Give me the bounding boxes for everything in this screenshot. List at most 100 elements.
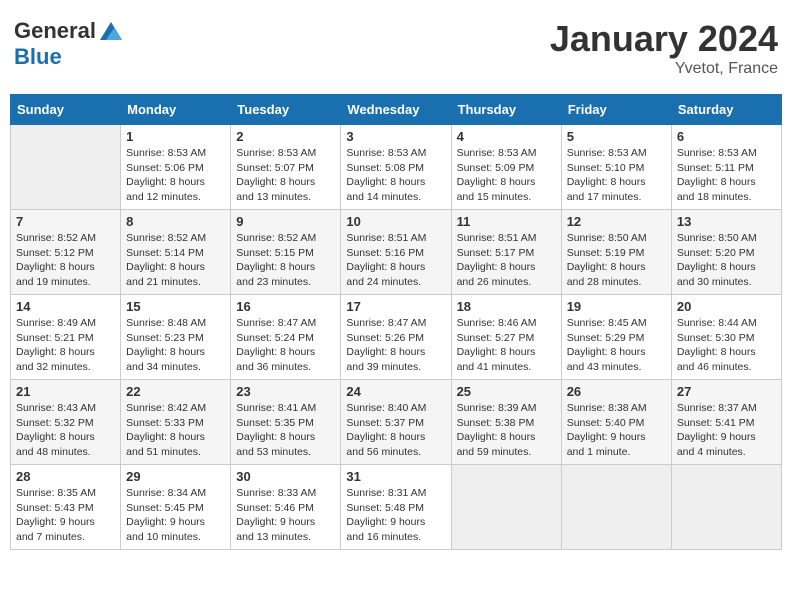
day-number: 15 <box>126 299 225 314</box>
day-info: Sunrise: 8:38 AMSunset: 5:40 PMDaylight:… <box>567 401 666 460</box>
day-info: Sunrise: 8:48 AMSunset: 5:23 PMDaylight:… <box>126 316 225 375</box>
calendar-cell: 5 Sunrise: 8:53 AMSunset: 5:10 PMDaylight… <box>561 125 671 210</box>
calendar-table: SundayMondayTuesdayWednesdayThursdayFrid… <box>10 94 782 550</box>
day-info: Sunrise: 8:52 AMSunset: 5:15 PMDaylight:… <box>236 231 335 290</box>
page-header: General Blue January 2024 Yvetot, France <box>10 10 782 86</box>
week-row-4: 28Sunrise: 8:35 AMSunset: 5:43 PMDayligh… <box>11 465 782 550</box>
day-number: 19 <box>567 299 666 314</box>
calendar-cell <box>11 125 121 210</box>
day-info: Sunrise: 8:50 AMSunset: 5:20 PMDaylight:… <box>677 231 776 290</box>
day-info: Sunrise: 8:50 AMSunset: 5:19 PMDaylight:… <box>567 231 666 290</box>
weekday-header-friday: Friday <box>561 95 671 125</box>
logo-blue-text: Blue <box>14 44 124 70</box>
day-info: Sunrise: 8:53 AMSunset: 5:09 PMDaylight:… <box>457 146 556 205</box>
day-number: 22 <box>126 384 225 399</box>
week-row-0: 1 Sunrise: 8:53 AMSunset: 5:06 PMDaylight… <box>11 125 782 210</box>
day-number: 5 <box>567 129 666 144</box>
calendar-cell <box>671 465 781 550</box>
day-number: 18 <box>457 299 556 314</box>
calendar-cell: 11 Sunrise: 8:51 AMSunset: 5:17 PMDayligh… <box>451 210 561 295</box>
calendar-cell: 7 Sunrise: 8:52 AMSunset: 5:12 PMDaylight… <box>11 210 121 295</box>
day-number: 7 <box>16 214 115 229</box>
calendar-cell: 26 Sunrise: 8:38 AMSunset: 5:40 PMDayligh… <box>561 380 671 465</box>
calendar-cell: 1 Sunrise: 8:53 AMSunset: 5:06 PMDaylight… <box>121 125 231 210</box>
day-info: Sunrise: 8:45 AMSunset: 5:29 PMDaylight:… <box>567 316 666 375</box>
location: Yvetot, France <box>550 60 778 78</box>
weekday-header-sunday: Sunday <box>11 95 121 125</box>
day-number: 17 <box>346 299 445 314</box>
day-number: 13 <box>677 214 776 229</box>
day-number: 30 <box>236 469 335 484</box>
calendar-cell <box>561 465 671 550</box>
title-block: January 2024 Yvetot, France <box>550 18 778 78</box>
day-info: Sunrise: 8:52 AMSunset: 5:12 PMDaylight:… <box>16 231 115 290</box>
calendar-cell: 20 Sunrise: 8:44 AMSunset: 5:30 PMDayligh… <box>671 295 781 380</box>
weekday-header-saturday: Saturday <box>671 95 781 125</box>
day-info: Sunrise: 8:41 AMSunset: 5:35 PMDaylight:… <box>236 401 335 460</box>
calendar-cell: 30 Sunrise: 8:33 AMSunset: 5:46 PMDayligh… <box>231 465 341 550</box>
calendar-cell: 2Sunrise: 8:53 AMSunset: 5:07 PMDaylight… <box>231 125 341 210</box>
day-number: 16 <box>236 299 335 314</box>
calendar-cell <box>451 465 561 550</box>
day-info: Sunrise: 8:31 AMSunset: 5:48 PMDaylight:… <box>346 486 445 545</box>
week-row-2: 14Sunrise: 8:49 AMSunset: 5:21 PMDayligh… <box>11 295 782 380</box>
calendar-cell: 6Sunrise: 8:53 AMSunset: 5:11 PMDaylight… <box>671 125 781 210</box>
day-number: 11 <box>457 214 556 229</box>
calendar-cell: 16 Sunrise: 8:47 AMSunset: 5:24 PMDayligh… <box>231 295 341 380</box>
day-info: Sunrise: 8:39 AMSunset: 5:38 PMDaylight:… <box>457 401 556 460</box>
weekday-header-monday: Monday <box>121 95 231 125</box>
calendar-cell: 31Sunrise: 8:31 AMSunset: 5:48 PMDayligh… <box>341 465 451 550</box>
calendar-cell: 4 Sunrise: 8:53 AMSunset: 5:09 PMDaylight… <box>451 125 561 210</box>
calendar-cell: 12 Sunrise: 8:50 AMSunset: 5:19 PMDayligh… <box>561 210 671 295</box>
day-info: Sunrise: 8:53 AMSunset: 5:10 PMDaylight:… <box>567 146 666 205</box>
calendar-cell: 23Sunrise: 8:41 AMSunset: 5:35 PMDayligh… <box>231 380 341 465</box>
month-title: January 2024 <box>550 18 778 60</box>
day-info: Sunrise: 8:44 AMSunset: 5:30 PMDaylight:… <box>677 316 776 375</box>
weekday-header-row: SundayMondayTuesdayWednesdayThursdayFrid… <box>11 95 782 125</box>
week-row-3: 21Sunrise: 8:43 AMSunset: 5:32 PMDayligh… <box>11 380 782 465</box>
weekday-header-thursday: Thursday <box>451 95 561 125</box>
day-number: 8 <box>126 214 225 229</box>
day-number: 20 <box>677 299 776 314</box>
week-row-1: 7 Sunrise: 8:52 AMSunset: 5:12 PMDaylight… <box>11 210 782 295</box>
day-info: Sunrise: 8:53 AMSunset: 5:06 PMDaylight:… <box>126 146 225 205</box>
calendar-cell: 8Sunrise: 8:52 AMSunset: 5:14 PMDaylight… <box>121 210 231 295</box>
day-number: 10 <box>346 214 445 229</box>
day-info: Sunrise: 8:47 AMSunset: 5:26 PMDaylight:… <box>346 316 445 375</box>
calendar-cell: 18 Sunrise: 8:46 AMSunset: 5:27 PMDayligh… <box>451 295 561 380</box>
calendar-cell: 27 Sunrise: 8:37 AMSunset: 5:41 PMDayligh… <box>671 380 781 465</box>
day-number: 9 <box>236 214 335 229</box>
day-number: 1 <box>126 129 225 144</box>
calendar-cell: 28Sunrise: 8:35 AMSunset: 5:43 PMDayligh… <box>11 465 121 550</box>
day-number: 4 <box>457 129 556 144</box>
logo: General Blue <box>14 18 124 70</box>
calendar-cell: 25 Sunrise: 8:39 AMSunset: 5:38 PMDayligh… <box>451 380 561 465</box>
day-info: Sunrise: 8:34 AMSunset: 5:45 PMDaylight:… <box>126 486 225 545</box>
day-number: 27 <box>677 384 776 399</box>
day-number: 29 <box>126 469 225 484</box>
day-info: Sunrise: 8:51 AMSunset: 5:17 PMDaylight:… <box>457 231 556 290</box>
logo-icon <box>98 20 124 42</box>
day-info: Sunrise: 8:35 AMSunset: 5:43 PMDaylight:… <box>16 486 115 545</box>
day-info: Sunrise: 8:46 AMSunset: 5:27 PMDaylight:… <box>457 316 556 375</box>
day-info: Sunrise: 8:49 AMSunset: 5:21 PMDaylight:… <box>16 316 115 375</box>
calendar-cell: 9 Sunrise: 8:52 AMSunset: 5:15 PMDaylight… <box>231 210 341 295</box>
day-number: 25 <box>457 384 556 399</box>
day-info: Sunrise: 8:53 AMSunset: 5:07 PMDaylight:… <box>236 146 335 205</box>
day-info: Sunrise: 8:51 AMSunset: 5:16 PMDaylight:… <box>346 231 445 290</box>
day-info: Sunrise: 8:40 AMSunset: 5:37 PMDaylight:… <box>346 401 445 460</box>
day-number: 26 <box>567 384 666 399</box>
calendar-cell: 21Sunrise: 8:43 AMSunset: 5:32 PMDayligh… <box>11 380 121 465</box>
calendar-cell: 10 Sunrise: 8:51 AMSunset: 5:16 PMDayligh… <box>341 210 451 295</box>
day-info: Sunrise: 8:42 AMSunset: 5:33 PMDaylight:… <box>126 401 225 460</box>
day-info: Sunrise: 8:33 AMSunset: 5:46 PMDaylight:… <box>236 486 335 545</box>
day-info: Sunrise: 8:47 AMSunset: 5:24 PMDaylight:… <box>236 316 335 375</box>
day-number: 21 <box>16 384 115 399</box>
calendar-cell: 24 Sunrise: 8:40 AMSunset: 5:37 PMDayligh… <box>341 380 451 465</box>
day-number: 12 <box>567 214 666 229</box>
day-number: 24 <box>346 384 445 399</box>
day-info: Sunrise: 8:37 AMSunset: 5:41 PMDaylight:… <box>677 401 776 460</box>
day-info: Sunrise: 8:53 AMSunset: 5:08 PMDaylight:… <box>346 146 445 205</box>
weekday-header-tuesday: Tuesday <box>231 95 341 125</box>
calendar-cell: 13 Sunrise: 8:50 AMSunset: 5:20 PMDayligh… <box>671 210 781 295</box>
